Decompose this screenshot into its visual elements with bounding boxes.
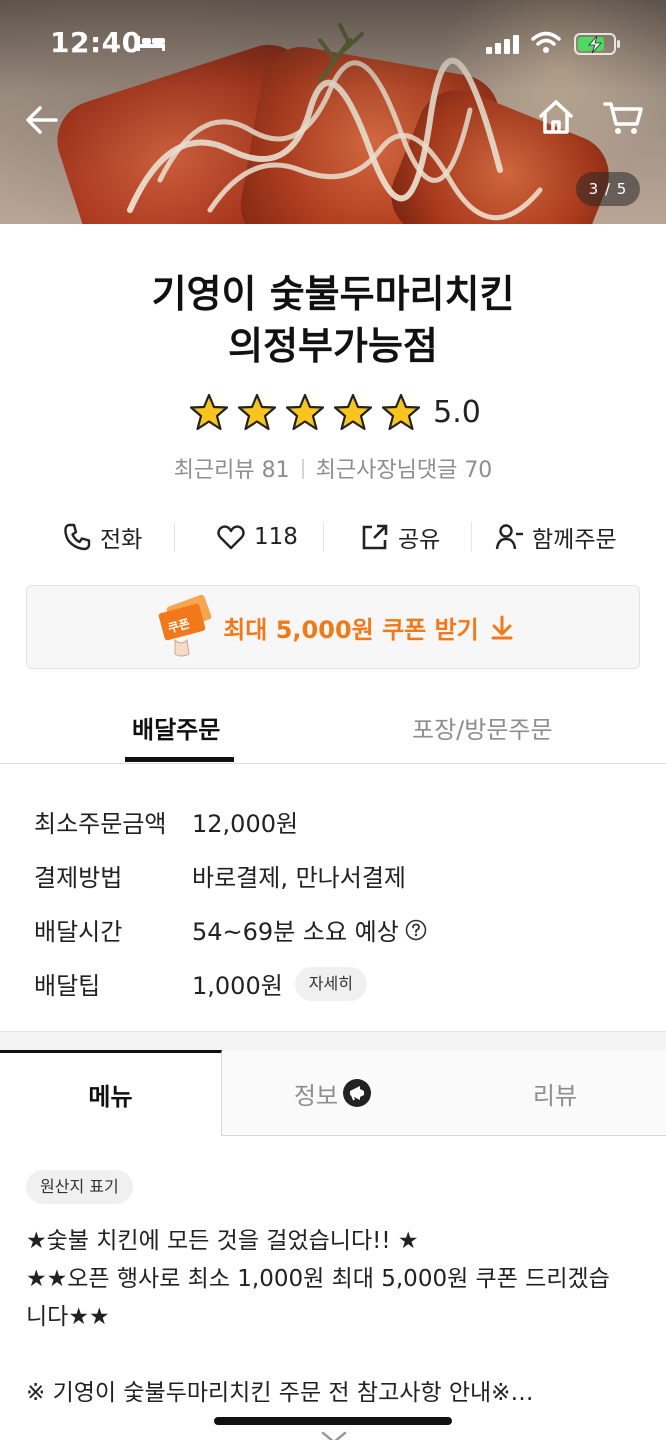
divider [301, 459, 304, 479]
heart-icon [217, 525, 245, 550]
tab-menu-label: 메뉴 [88, 1083, 133, 1111]
divider [471, 522, 472, 552]
info-row-payment: 결제방법 바로결제, 만나서결제 [34, 850, 634, 904]
tab-menu[interactable]: 메뉴 [0, 1050, 222, 1136]
store-name-branch: 의정부가능점 [228, 324, 438, 368]
tab-delivery-order[interactable]: 배달주문 [132, 710, 220, 745]
tab-info-label: 정보 [293, 1081, 339, 1110]
tab-review[interactable]: 리뷰 [444, 1050, 666, 1136]
cart-icon[interactable] [601, 96, 645, 138]
delivery-tip-amount: 1,000원 [192, 972, 283, 1000]
coupon-download-button[interactable]: 쿠폰 최대 5,000원 쿠폰 받기 [26, 585, 640, 669]
share-label: 공유 [398, 527, 441, 553]
help-icon[interactable] [405, 919, 427, 941]
notice-spacer [26, 1336, 646, 1374]
info-label: 배달팁 [34, 972, 101, 1000]
star-icon [382, 393, 421, 431]
status-time: 12:40 [50, 26, 142, 59]
back-arrow-icon[interactable] [22, 100, 62, 140]
favorite-button[interactable]: 118 [216, 512, 298, 562]
phone-icon [64, 523, 91, 551]
group-order-button[interactable]: 함께주문 [494, 512, 617, 562]
store-hero-photo[interactable]: 12:40 3 / 5 [0, 0, 666, 224]
store-rating: 5.0 [0, 390, 666, 434]
notice-line: ★숯불 치킨에 모든 것을 걸었습니다!! ★ [26, 1228, 419, 1254]
star-icon [238, 393, 277, 431]
store-name-line: 기영이 숯불두마리치킨 [151, 272, 515, 316]
info-row-delivery-time: 배달시간 54~69분 소요 예상 [34, 904, 634, 958]
share-button[interactable]: 공유 [360, 512, 440, 562]
info-row-min-order: 최소주문금액 12,000원 [34, 796, 634, 850]
order-type-tabs: 배달주문 포장/방문주문 [0, 694, 666, 764]
payment-methods: 바로결제, 만나서결제 [192, 864, 406, 892]
delivery-info-list: 최소주문금액 12,000원 결제방법 바로결제, 만나서결제 배달시간 54~… [34, 796, 634, 1012]
review-summary: 최근리뷰 81 최근사장님댓글 70 [0, 452, 666, 484]
store-notice[interactable]: ★숯불 치킨에 모든 것을 걸었습니다!! ★ ★★오픈 행사로 최소 1,00… [26, 1222, 646, 1412]
tab-pickup-order[interactable]: 포장/방문주문 [412, 710, 553, 745]
cellular-signal-icon [486, 35, 519, 54]
delivery-time-estimate: 54~69분 소요 예상 [192, 918, 399, 946]
store-name: 기영이 숯불두마리치킨 의정부가능점 [0, 268, 666, 372]
photo-counter: 3 / 5 [576, 172, 640, 206]
person-add-icon [495, 524, 523, 550]
bed-icon [137, 36, 165, 51]
info-label: 결제방법 [34, 864, 123, 892]
tab-review-label: 리뷰 [532, 1081, 578, 1110]
chevron-down-icon[interactable] [320, 1430, 348, 1440]
star-icon [286, 393, 325, 431]
call-label: 전화 [100, 527, 143, 553]
notice-line: ★★오픈 행사로 최소 1,000원 최대 5,000원 쿠폰 드리겠습 [26, 1266, 610, 1292]
section-divider [0, 1031, 666, 1051]
wifi-icon [531, 31, 561, 53]
group-order-label: 함께주문 [532, 527, 617, 553]
info-label: 최소주문금액 [34, 810, 167, 838]
info-value: 1,000원 자세히 [192, 966, 367, 1001]
call-button[interactable]: 전화 [62, 512, 142, 562]
home-indicator[interactable] [214, 1417, 452, 1425]
info-value: 바로결제, 만나서결제 [192, 858, 406, 893]
star-icon [190, 393, 229, 431]
tip-detail-button[interactable]: 자세히 [294, 966, 367, 1001]
battery-charging-icon [574, 33, 620, 55]
announcement-icon [343, 1079, 372, 1107]
notice-line: ※ 기영이 숯불두마리치킨 주문 전 참고사항 안내※… [26, 1380, 534, 1406]
store-action-row: 전화 118 공유 함께주문 [0, 512, 666, 562]
coupon-ticket-icon: 쿠폰 [158, 594, 212, 657]
divider [323, 522, 324, 552]
notice-line: 니다★★ [26, 1304, 110, 1330]
info-row-delivery-tip: 배달팁 1,000원 자세히 [34, 958, 634, 1012]
share-icon [362, 524, 388, 550]
store-content-tabs: 메뉴 정보 리뷰 [0, 1050, 666, 1136]
coupon-label: 최대 5,000원 쿠폰 받기 [223, 615, 479, 644]
store-page: 12:40 3 / 5 기영이 숯불두마리치킨 의정부가능점 5.0 최근리뷰 … [0, 0, 666, 1440]
favorite-count: 118 [254, 524, 298, 550]
tab-info[interactable]: 정보 [222, 1050, 444, 1136]
active-tab-indicator [125, 757, 234, 762]
origin-label-button[interactable]: 원산지 표기 [26, 1170, 133, 1204]
recent-reviews-link[interactable]: 최근리뷰 81 [174, 458, 290, 483]
home-icon[interactable] [535, 96, 577, 138]
min-order-amount: 12,000원 [192, 810, 299, 838]
info-label: 배달시간 [34, 918, 123, 946]
rating-value: 5.0 [433, 394, 481, 430]
info-value: 12,000원 [192, 804, 298, 839]
info-value: 54~69분 소요 예상 [192, 912, 427, 947]
download-arrow-icon [491, 615, 513, 640]
star-icon [334, 393, 373, 431]
owner-replies-link[interactable]: 최근사장님댓글 70 [316, 458, 493, 483]
divider [174, 522, 175, 552]
